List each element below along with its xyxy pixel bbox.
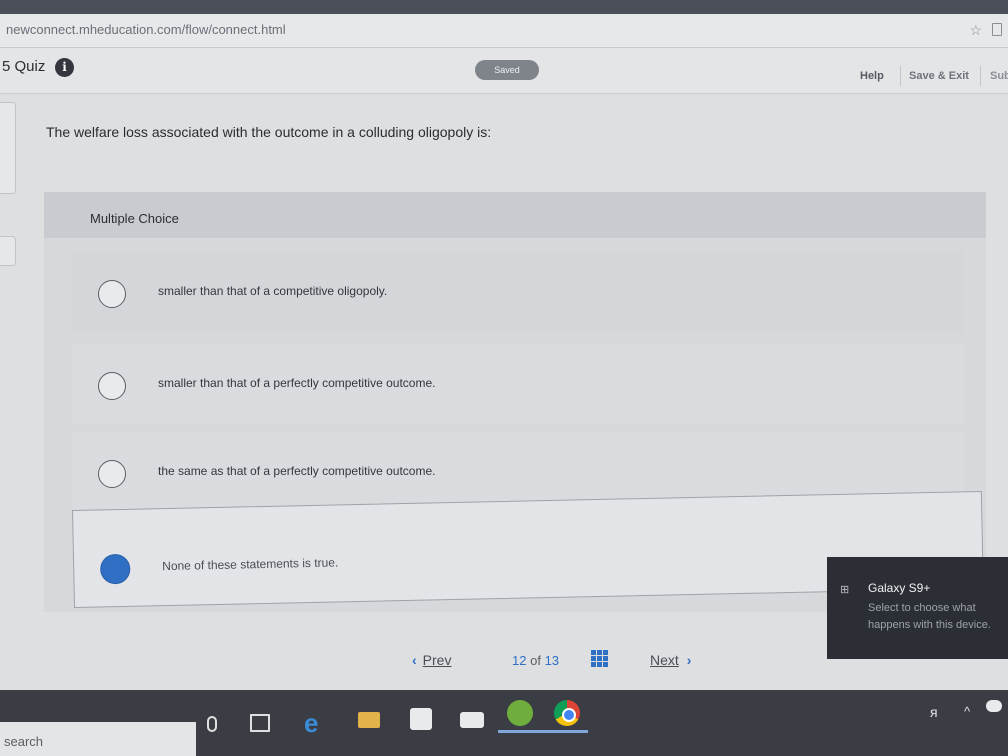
task-view-icon[interactable] [250, 714, 270, 732]
answer-label: smaller than that of a perfectly competi… [158, 376, 436, 390]
chrome-icon[interactable] [554, 700, 580, 726]
people-icon[interactable]: ᴙ [930, 704, 938, 720]
page-of: of [530, 653, 541, 668]
quiz-title: 5 Quiz [2, 58, 46, 75]
header-divider [900, 66, 901, 86]
browser-top-strip [0, 0, 1008, 14]
notification-title: Galaxy S9+ [868, 581, 931, 595]
question-type-label: Multiple Choice [90, 211, 179, 226]
answer-label: None of these statements is true. [162, 555, 339, 574]
prev-label: Prev [422, 652, 452, 668]
radio-button[interactable] [98, 280, 126, 308]
device-icon: ⊞ [840, 584, 850, 596]
chevron-up-icon[interactable]: ^ [964, 704, 970, 719]
side-panel-tab[interactable] [0, 236, 16, 266]
radio-button[interactable] [98, 372, 126, 400]
device-notification[interactable]: ⊞ Galaxy S9+ Select to choose what happe… [827, 557, 1008, 659]
multiple-choice-header [44, 192, 986, 238]
question-grid-icon[interactable] [591, 650, 609, 668]
store-icon[interactable] [410, 708, 432, 730]
save-exit-link[interactable]: Save & Exit [909, 70, 969, 82]
radio-button-selected[interactable] [99, 553, 131, 585]
header-divider [980, 66, 981, 86]
address-bar[interactable]: newconnect.mheducation.com/flow/connect.… [0, 14, 1008, 48]
mail-icon[interactable] [460, 712, 484, 728]
notification-body: Select to choose what happens with this … [868, 602, 991, 631]
answer-option-1[interactable]: smaller than that of a competitive oligo… [72, 252, 964, 332]
saved-badge: Saved [475, 60, 539, 80]
current-page: 12 [512, 653, 527, 668]
chevron-right-icon: › [686, 652, 692, 668]
page-counter: 12 of 13 [512, 653, 559, 668]
app-header: 5 Quiz i Saved Help Save & Exit Sub [0, 48, 1008, 94]
next-label: Next [650, 652, 679, 668]
torrent-app-icon[interactable] [507, 700, 533, 726]
microphone-icon[interactable] [207, 716, 217, 732]
answer-label: smaller than that of a competitive oligo… [158, 284, 388, 298]
submit-link[interactable]: Sub [990, 70, 1008, 82]
search-label: search [4, 734, 44, 749]
next-button[interactable]: Next › [650, 652, 691, 668]
active-app-indicator [498, 730, 588, 733]
file-explorer-icon[interactable] [358, 712, 380, 728]
total-pages: 13 [544, 653, 560, 668]
question-prompt: The welfare loss associated with the out… [46, 124, 492, 140]
url-text[interactable]: newconnect.mheducation.com/flow/connect.… [6, 22, 286, 37]
edge-browser-icon[interactable]: e [304, 708, 318, 739]
chevron-left-icon: ‹ [412, 652, 417, 668]
radio-button[interactable] [98, 460, 126, 488]
cloud-icon[interactable] [986, 700, 1002, 712]
answer-label: the same as that of a perfectly competit… [158, 464, 436, 478]
prev-button[interactable]: ‹ Prev [412, 652, 451, 668]
extension-icon[interactable] [992, 23, 1002, 36]
info-icon[interactable]: i [55, 58, 74, 77]
answer-option-2[interactable]: smaller than that of a perfectly competi… [72, 344, 964, 424]
star-icon[interactable]: ☆ [969, 22, 982, 39]
help-link[interactable]: Help [860, 70, 884, 82]
side-panel-tab[interactable] [0, 102, 16, 194]
